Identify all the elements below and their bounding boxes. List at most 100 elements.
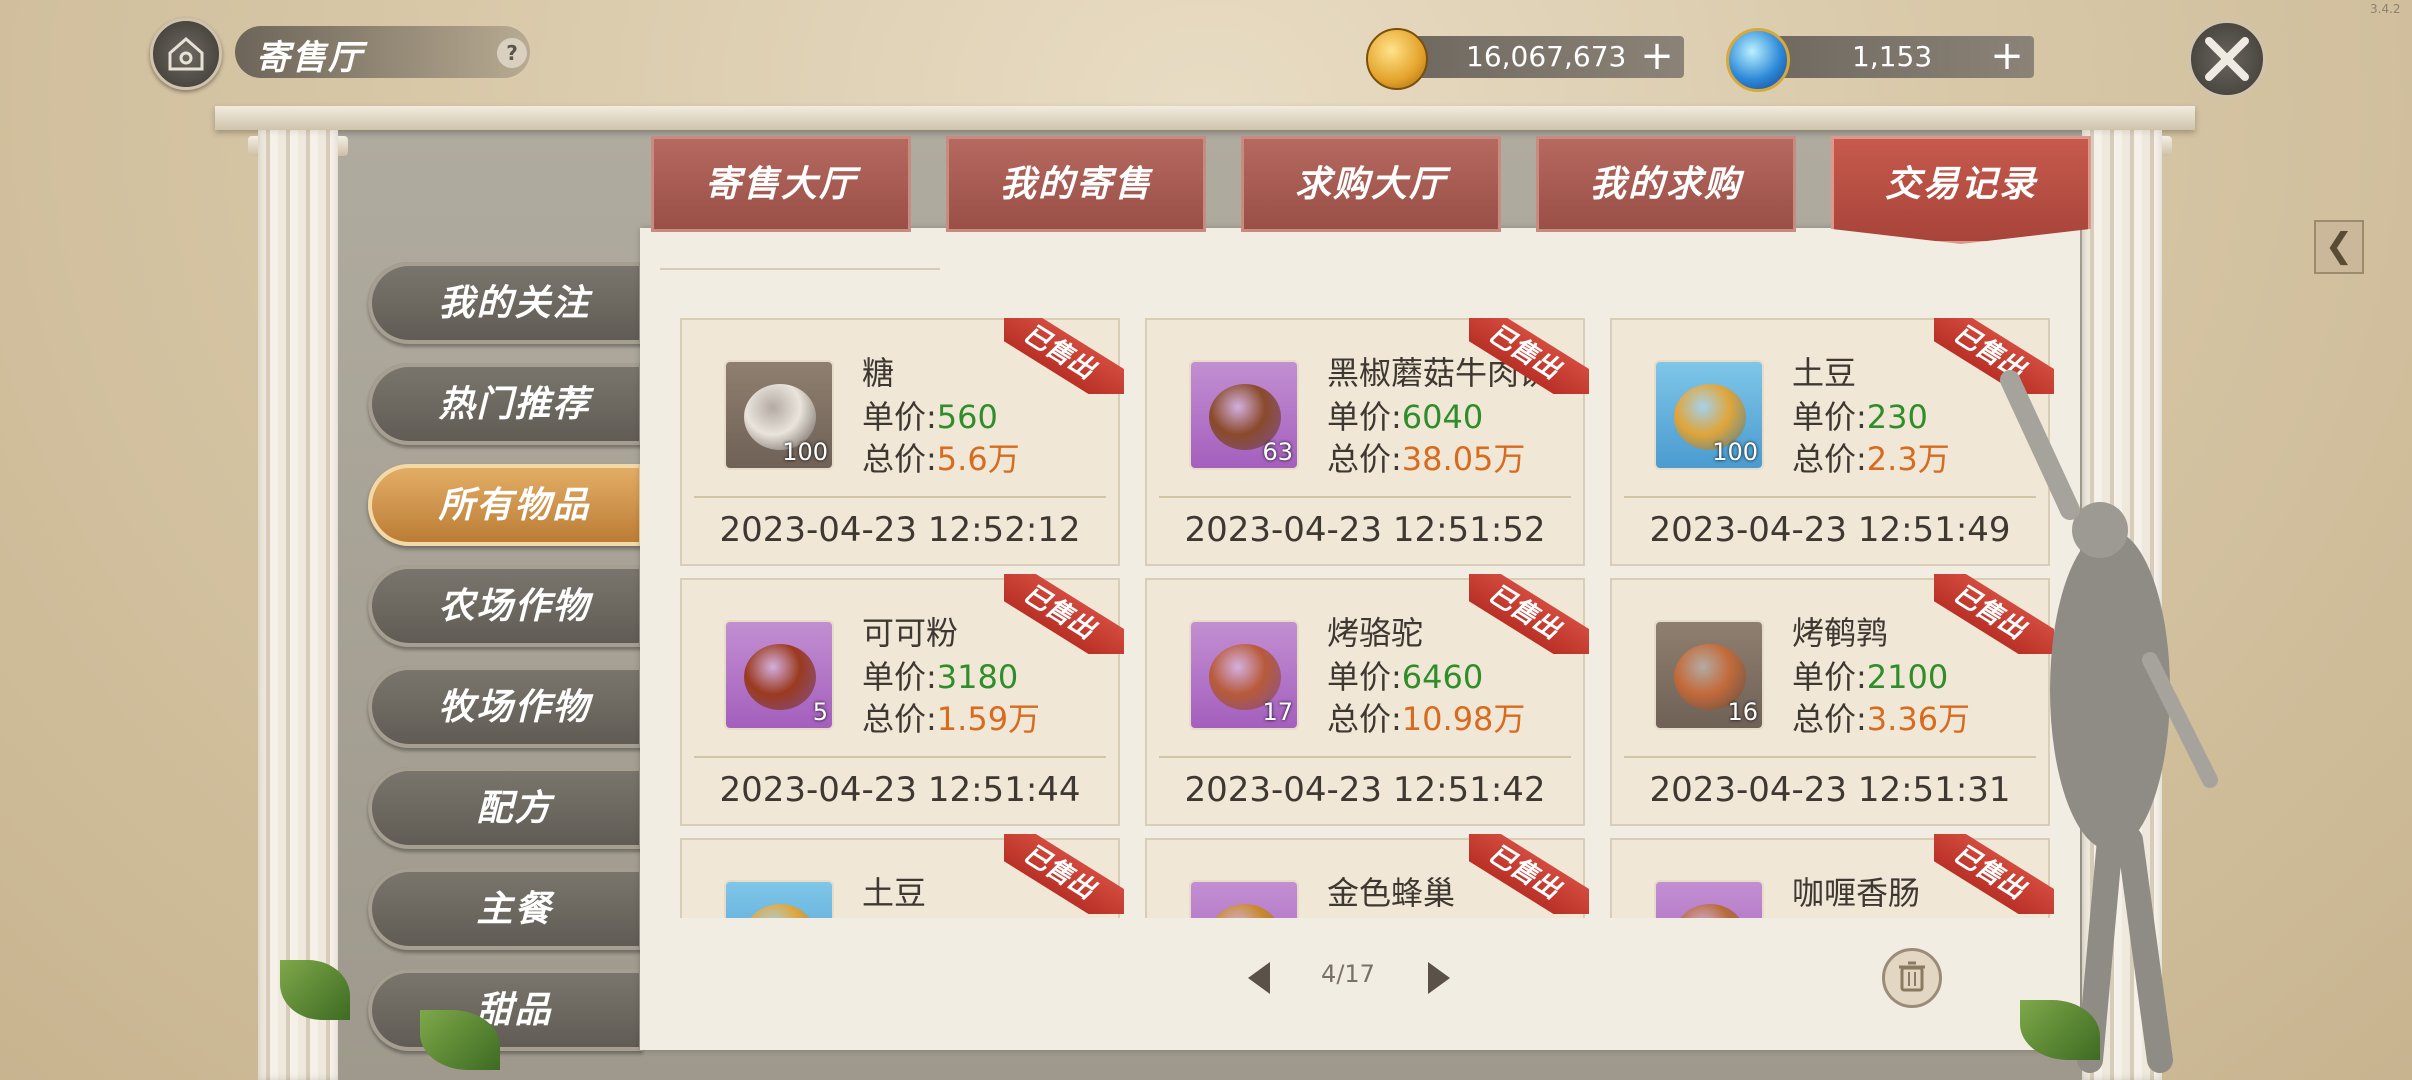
help-icon[interactable]: ? (497, 38, 527, 68)
item-name: 糖 (862, 354, 895, 392)
add-diamond-button[interactable]: + (1990, 36, 2024, 76)
total-price-label: 总价: (1792, 700, 1867, 738)
sold-badge: 已售出 (1469, 318, 1589, 394)
sold-badge: 已售出 (1004, 318, 1124, 394)
item-thumbnail: 100 (1654, 360, 1764, 470)
sold-badge: 已售出 (1469, 834, 1589, 914)
sidebar-item-main-course[interactable]: 主餐 (368, 868, 643, 950)
record-card[interactable]: 咖喱香肠 单价: 总价: 已售出 (1610, 834, 2054, 918)
total-price-value: 38.05万 (1401, 440, 1526, 478)
unit-price: 单价:560 (862, 392, 998, 438)
sidebar-item-hot[interactable]: 热门推荐 (368, 363, 643, 445)
next-page-button[interactable] (1428, 962, 1450, 994)
collapse-arrow-icon[interactable]: ❮ (2314, 220, 2364, 274)
sold-badge: 已售出 (1004, 834, 1124, 914)
unit-price: 单价:3180 (862, 652, 1018, 698)
total-price-label: 总价: (862, 440, 937, 478)
sidebar-item-farm[interactable]: 农场作物 (368, 565, 643, 647)
item-quantity: 17 (1262, 698, 1293, 726)
unit-price-value: 6460 (1401, 658, 1484, 696)
unit-price: 单价: (1327, 912, 1402, 918)
tab-trade-records[interactable]: 交易记录 (1831, 136, 2091, 244)
close-icon (2205, 37, 2249, 81)
item-icon (744, 644, 816, 710)
item-thumbnail (1189, 880, 1299, 918)
item-icon (1209, 904, 1281, 918)
total-price-value: 5.6万 (936, 440, 1020, 478)
gold-coin-icon (1366, 28, 1428, 90)
total-price: 总价:5.6万 (862, 434, 1020, 480)
sidebar-item-all[interactable]: 所有物品 (368, 464, 643, 546)
record-card[interactable]: 金色蜂巢 单价: 总价: 已售出 (1145, 834, 1589, 918)
sold-ribbon: 已售出 (1004, 574, 1124, 654)
item-thumbnail: 100 (724, 360, 834, 470)
item-thumbnail (724, 880, 834, 918)
card-divider (694, 496, 1106, 498)
record-card[interactable]: 土豆 单价: 总价: 已售出 (680, 834, 1124, 918)
sale-time: 2023-04-23 12:51:49 (1649, 510, 2011, 550)
unit-price-label: 单价: (1792, 658, 1867, 696)
item-name: 烤骆驼 (1327, 614, 1424, 652)
item-name: 土豆 (862, 874, 927, 912)
record-card[interactable]: 16 烤鹌鹑 单价:2100 总价:3.36万 2023-04-23 12:51… (1610, 574, 2054, 826)
add-gold-button[interactable]: + (1640, 36, 1674, 76)
sold-ribbon: 已售出 (1004, 834, 1124, 914)
unit-price-label: 单价: (1327, 398, 1402, 436)
sale-time: 2023-04-23 12:51:44 (719, 770, 1081, 810)
sold-ribbon: 已售出 (1469, 318, 1589, 394)
item-name: 可可粉 (862, 614, 959, 652)
record-card[interactable]: 63 黑椒蘑菇牛肉饼 单价:6040 总价:38.05万 2023-04-23 … (1145, 318, 1589, 566)
close-button[interactable] (2188, 20, 2266, 98)
home-icon (168, 37, 204, 71)
unit-price-value: 230 (1866, 398, 1928, 436)
sidebar-item-dessert[interactable]: 甜品 (368, 969, 643, 1051)
record-card[interactable]: 100 糖 单价:560 总价:5.6万 2023-04-23 12:52:12… (680, 318, 1124, 566)
sidebar-item-recipe[interactable]: 配方 (368, 767, 643, 849)
record-card[interactable]: 100 土豆 单价:230 总价:2.3万 2023-04-23 12:51:4… (1610, 318, 2054, 566)
unit-price-label: 单价: (1327, 658, 1402, 696)
item-thumbnail: 5 (724, 620, 834, 730)
unit-price: 单价:230 (1792, 392, 1928, 438)
record-card[interactable]: 17 烤骆驼 单价:6460 总价:10.98万 2023-04-23 12:5… (1145, 574, 1589, 826)
sidebar-item-ranch[interactable]: 牧场作物 (368, 666, 643, 748)
total-price-value: 1.59万 (936, 700, 1041, 738)
card-divider (694, 756, 1106, 758)
unit-price: 单价:2100 (1792, 652, 1948, 698)
total-price-value: 10.98万 (1401, 700, 1526, 738)
item-quantity: 5 (812, 698, 828, 726)
item-thumbnail: 63 (1189, 360, 1299, 470)
sold-ribbon: 已售出 (1004, 318, 1124, 394)
unit-price: 单价:6460 (1327, 652, 1483, 698)
total-price-label: 总价: (1792, 440, 1867, 478)
trash-icon (1899, 961, 1925, 992)
item-thumbnail: 17 (1189, 620, 1299, 730)
tab-my-consignment[interactable]: 我的寄售 (946, 136, 1206, 232)
gold-currency: 16,067,673 + (1366, 28, 1684, 90)
sidebar-item-follow[interactable]: 我的关注 (368, 262, 643, 344)
sold-badge: 已售出 (1469, 574, 1589, 654)
item-thumbnail (1654, 880, 1764, 918)
delete-button[interactable] (1882, 948, 1942, 1008)
item-thumbnail: 16 (1654, 620, 1764, 730)
unit-price: 单价: (862, 912, 937, 918)
record-card[interactable]: 5 可可粉 单价:3180 总价:1.59万 2023-04-23 12:51:… (680, 574, 1124, 826)
item-name: 咖喱香肠 (1792, 874, 1921, 912)
unit-price-value: 6040 (1401, 398, 1484, 436)
home-button[interactable] (150, 18, 222, 90)
tab-purchase-hall[interactable]: 求购大厅 (1241, 136, 1501, 232)
version-label: 3.4.2 (2370, 2, 2401, 16)
total-price-label: 总价: (1327, 700, 1402, 738)
diamond-amount: 1,153 (1852, 40, 1933, 73)
card-divider (1159, 756, 1571, 758)
tab-my-purchase[interactable]: 我的求购 (1536, 136, 1796, 232)
tab-consignment-hall[interactable]: 寄售大厅 (651, 136, 911, 232)
card-divider (1624, 496, 2036, 498)
unit-price: 单价: (1792, 912, 1867, 918)
sold-badge: 已售出 (1004, 574, 1124, 654)
item-icon (1674, 904, 1746, 918)
card-divider (1624, 756, 2036, 758)
total-price: 总价:10.98万 (1327, 694, 1525, 740)
item-name: 金色蜂巢 (1327, 874, 1456, 912)
prev-page-button[interactable] (1248, 962, 1270, 994)
sold-ribbon: 已售出 (1469, 834, 1589, 914)
